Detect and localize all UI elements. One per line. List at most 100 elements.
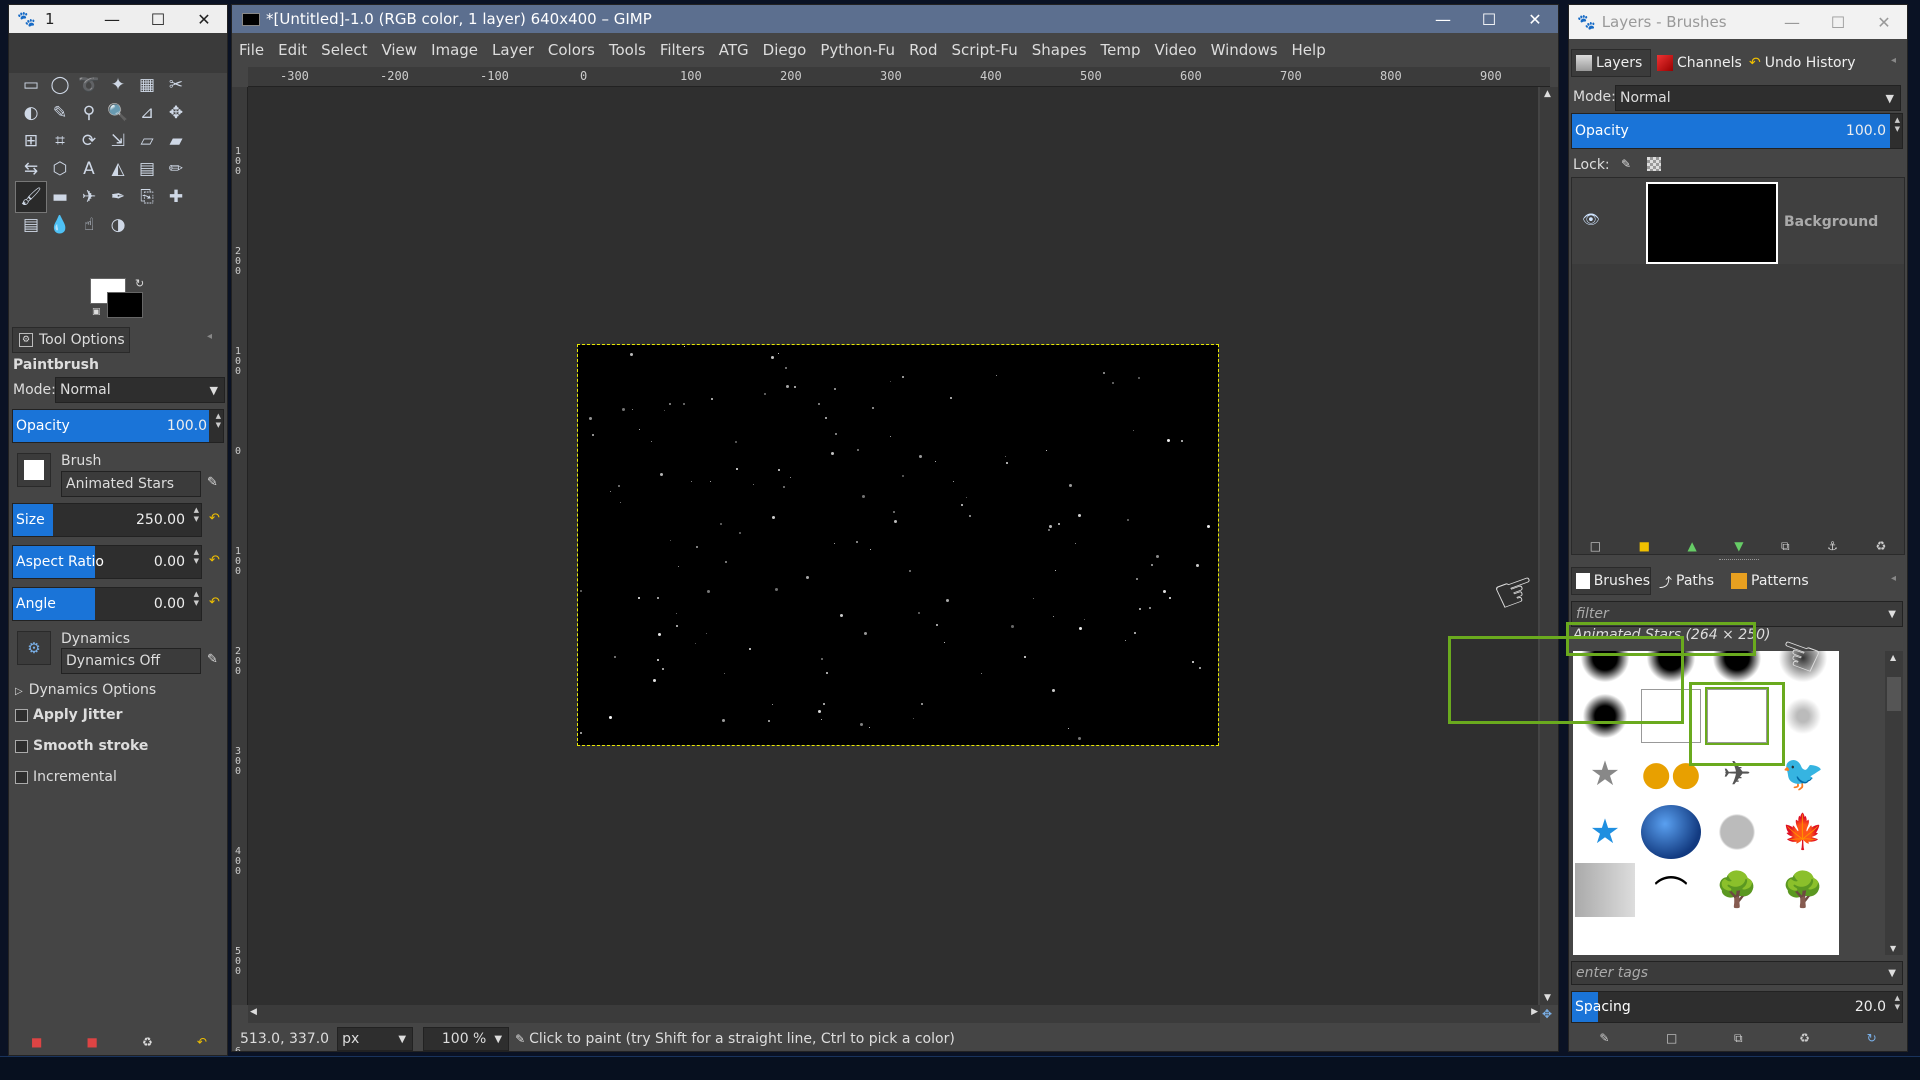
layer-thumbnail[interactable] bbox=[1646, 182, 1778, 264]
unit-select[interactable]: px ▼ bbox=[337, 1027, 414, 1051]
menu-atg[interactable]: ATG bbox=[712, 39, 756, 63]
brush-thumb[interactable]: 🌳 bbox=[1707, 863, 1767, 917]
dynamics-preview[interactable]: ⚙ bbox=[17, 631, 51, 665]
panel-menu-icon[interactable]: ◂ bbox=[1891, 573, 1896, 584]
panel-menu-icon[interactable]: ◂ bbox=[207, 331, 212, 342]
tool-options-tab[interactable]: ⚙ Tool Options bbox=[12, 327, 130, 353]
scroll-down-icon[interactable]: ▼ bbox=[1890, 944, 1896, 953]
scroll-left-icon[interactable]: ◀ bbox=[250, 1007, 257, 1017]
blur-icon[interactable]: 💧 bbox=[44, 209, 76, 241]
angle-slider[interactable]: Angle 0.00 ▲ ▼ bbox=[12, 587, 202, 621]
scroll-up-icon[interactable]: ▲ bbox=[1544, 89, 1551, 99]
heal-icon[interactable]: ✚ bbox=[160, 181, 192, 213]
smudge-icon[interactable]: ☝ bbox=[73, 209, 105, 241]
lock-alpha-icon[interactable] bbox=[1647, 157, 1661, 171]
tab-channels[interactable]: Channels bbox=[1653, 49, 1743, 77]
delete-layer-icon[interactable]: ♻ bbox=[1875, 539, 1886, 553]
close-button[interactable]: ✕ bbox=[1861, 8, 1907, 36]
eye-visibility-icon[interactable]: 👁 bbox=[1582, 212, 1600, 228]
spin-arrows-icon[interactable]: ▲ ▼ bbox=[1895, 994, 1900, 1012]
delete-options-icon[interactable]: ♻ bbox=[142, 1035, 153, 1049]
canvas-area[interactable] bbox=[248, 87, 1538, 1005]
clone-icon[interactable]: ⎘ bbox=[131, 181, 163, 213]
brush-thumb[interactable] bbox=[1575, 863, 1635, 917]
tab-layers[interactable]: Layers bbox=[1571, 49, 1651, 77]
reset-options-icon[interactable]: ↶ bbox=[197, 1035, 207, 1049]
minimize-button[interactable]: — bbox=[1420, 5, 1466, 33]
new-brush-icon[interactable]: □ bbox=[1666, 1031, 1677, 1045]
layer-opacity-slider[interactable]: Opacity 100.0 ▲ ▼ bbox=[1571, 113, 1903, 149]
reset-angle-icon[interactable]: ↶ bbox=[209, 595, 220, 610]
reset-aspect-icon[interactable]: ↶ bbox=[209, 553, 220, 568]
menu-video[interactable]: Video bbox=[1148, 39, 1204, 63]
tab-paths[interactable]: ⤴ Paths bbox=[1655, 567, 1725, 595]
background-color-swatch[interactable] bbox=[107, 292, 143, 318]
menu-diego[interactable]: Diego bbox=[756, 39, 814, 63]
vertical-scrollbar[interactable]: ▲ ▼ bbox=[1540, 87, 1558, 1005]
refresh-brushes-icon[interactable]: ↻ bbox=[1867, 1031, 1877, 1045]
menu-script-fu[interactable]: Script-Fu bbox=[945, 39, 1025, 63]
menu-tools[interactable]: Tools bbox=[602, 39, 653, 63]
menu-edit[interactable]: Edit bbox=[271, 39, 314, 63]
brush-thumb[interactable]: 🍁 bbox=[1773, 805, 1833, 859]
tab-patterns[interactable]: Patterns bbox=[1727, 567, 1817, 595]
minimize-button[interactable]: — bbox=[1769, 8, 1815, 36]
raise-layer-icon[interactable]: ▲ bbox=[1688, 539, 1697, 553]
menu-shapes[interactable]: Shapes bbox=[1025, 39, 1094, 63]
spin-arrows-icon[interactable]: ▲ ▼ bbox=[194, 548, 199, 566]
spin-arrows-icon[interactable]: ▲ ▼ bbox=[194, 590, 199, 608]
spacing-slider[interactable]: Spacing 20.0 ▲ ▼ bbox=[1571, 991, 1903, 1023]
dynamics-options-expander[interactable]: ▷ Dynamics Options bbox=[15, 682, 156, 698]
maximize-button[interactable]: ☐ bbox=[1466, 5, 1512, 33]
apply-jitter-checkbox[interactable]: Apply Jitter bbox=[15, 707, 122, 723]
brush-thumb[interactable] bbox=[1641, 805, 1701, 859]
new-layer-group-icon[interactable]: ■ bbox=[1639, 539, 1650, 553]
brush-thumb[interactable]: ⌒ bbox=[1641, 863, 1701, 917]
menu-windows[interactable]: Windows bbox=[1204, 39, 1285, 63]
aspect-ratio-slider[interactable]: Aspect Ratio 0.00 ▲ ▼ bbox=[12, 545, 202, 579]
brush-thumb[interactable]: ★ bbox=[1575, 747, 1635, 801]
layer-mode-select[interactable]: Normal ▼ bbox=[1615, 85, 1901, 111]
lower-layer-icon[interactable]: ▼ bbox=[1734, 539, 1743, 553]
menu-colors[interactable]: Colors bbox=[541, 39, 602, 63]
menu-select[interactable]: Select bbox=[314, 39, 374, 63]
brush-scrollbar[interactable]: ▲ ▼ bbox=[1885, 651, 1903, 955]
menu-view[interactable]: View bbox=[374, 39, 424, 63]
spin-arrows-icon[interactable]: ▲ ▼ bbox=[1895, 116, 1900, 134]
menu-python-fu[interactable]: Python-Fu bbox=[813, 39, 902, 63]
horizontal-ruler[interactable]: -300 -200 -100 0 100 200 300 400 500 600 700 800 900 bbox=[248, 67, 1550, 87]
navigate-icon[interactable]: ✥ bbox=[1542, 1007, 1552, 1021]
brush-preview[interactable] bbox=[17, 453, 51, 487]
anchor-layer-icon[interactable]: ⚓ bbox=[1827, 539, 1838, 553]
menu-file[interactable]: File bbox=[232, 39, 271, 63]
horizontal-scrollbar[interactable]: ◀ ▶ bbox=[248, 1005, 1540, 1023]
swap-colors-icon[interactable]: ↻ bbox=[135, 277, 144, 290]
opacity-slider[interactable]: Opacity 100.0 ▲ ▼ bbox=[12, 409, 224, 443]
brush-thumb[interactable] bbox=[1707, 651, 1767, 685]
panel-separator[interactable] bbox=[1719, 559, 1759, 562]
layer-row[interactable]: 👁 Background bbox=[1572, 178, 1904, 264]
save-options-icon[interactable]: ■ bbox=[31, 1035, 42, 1049]
edit-brush-icon[interactable]: ✎ bbox=[207, 475, 218, 490]
menu-temp[interactable]: Temp bbox=[1094, 39, 1148, 63]
scroll-right-icon[interactable]: ▶ bbox=[1531, 1007, 1538, 1017]
maximize-button[interactable]: ☐ bbox=[1815, 8, 1861, 36]
tab-undo-history[interactable]: ↶ Undo History bbox=[1745, 49, 1863, 77]
menu-help[interactable]: Help bbox=[1285, 39, 1333, 63]
brush-tags-input[interactable]: enter tags ▼ bbox=[1571, 961, 1903, 985]
mode-select[interactable]: Normal ▼ bbox=[55, 377, 225, 403]
duplicate-brush-icon[interactable]: ⧉ bbox=[1734, 1031, 1743, 1046]
menu-filters[interactable]: Filters bbox=[653, 39, 712, 63]
lock-pixels-icon[interactable]: ✎ bbox=[1621, 157, 1631, 171]
layer-name[interactable]: Background bbox=[1784, 214, 1878, 230]
brush-thumb[interactable] bbox=[1707, 805, 1767, 859]
menu-rod[interactable]: Rod bbox=[902, 39, 944, 63]
brush-name[interactable]: Animated Stars bbox=[61, 471, 201, 497]
edit-brush-icon[interactable]: ✎ bbox=[1599, 1031, 1609, 1045]
image-canvas[interactable] bbox=[577, 344, 1219, 746]
brush-thumb[interactable]: 🌳 bbox=[1773, 863, 1833, 917]
default-colors-icon[interactable]: ▣ bbox=[92, 307, 101, 317]
duplicate-layer-icon[interactable]: ⧉ bbox=[1781, 539, 1790, 554]
reset-size-icon[interactable]: ↶ bbox=[209, 511, 220, 526]
size-slider[interactable]: Size 250.00 ▲ ▼ bbox=[12, 503, 202, 537]
